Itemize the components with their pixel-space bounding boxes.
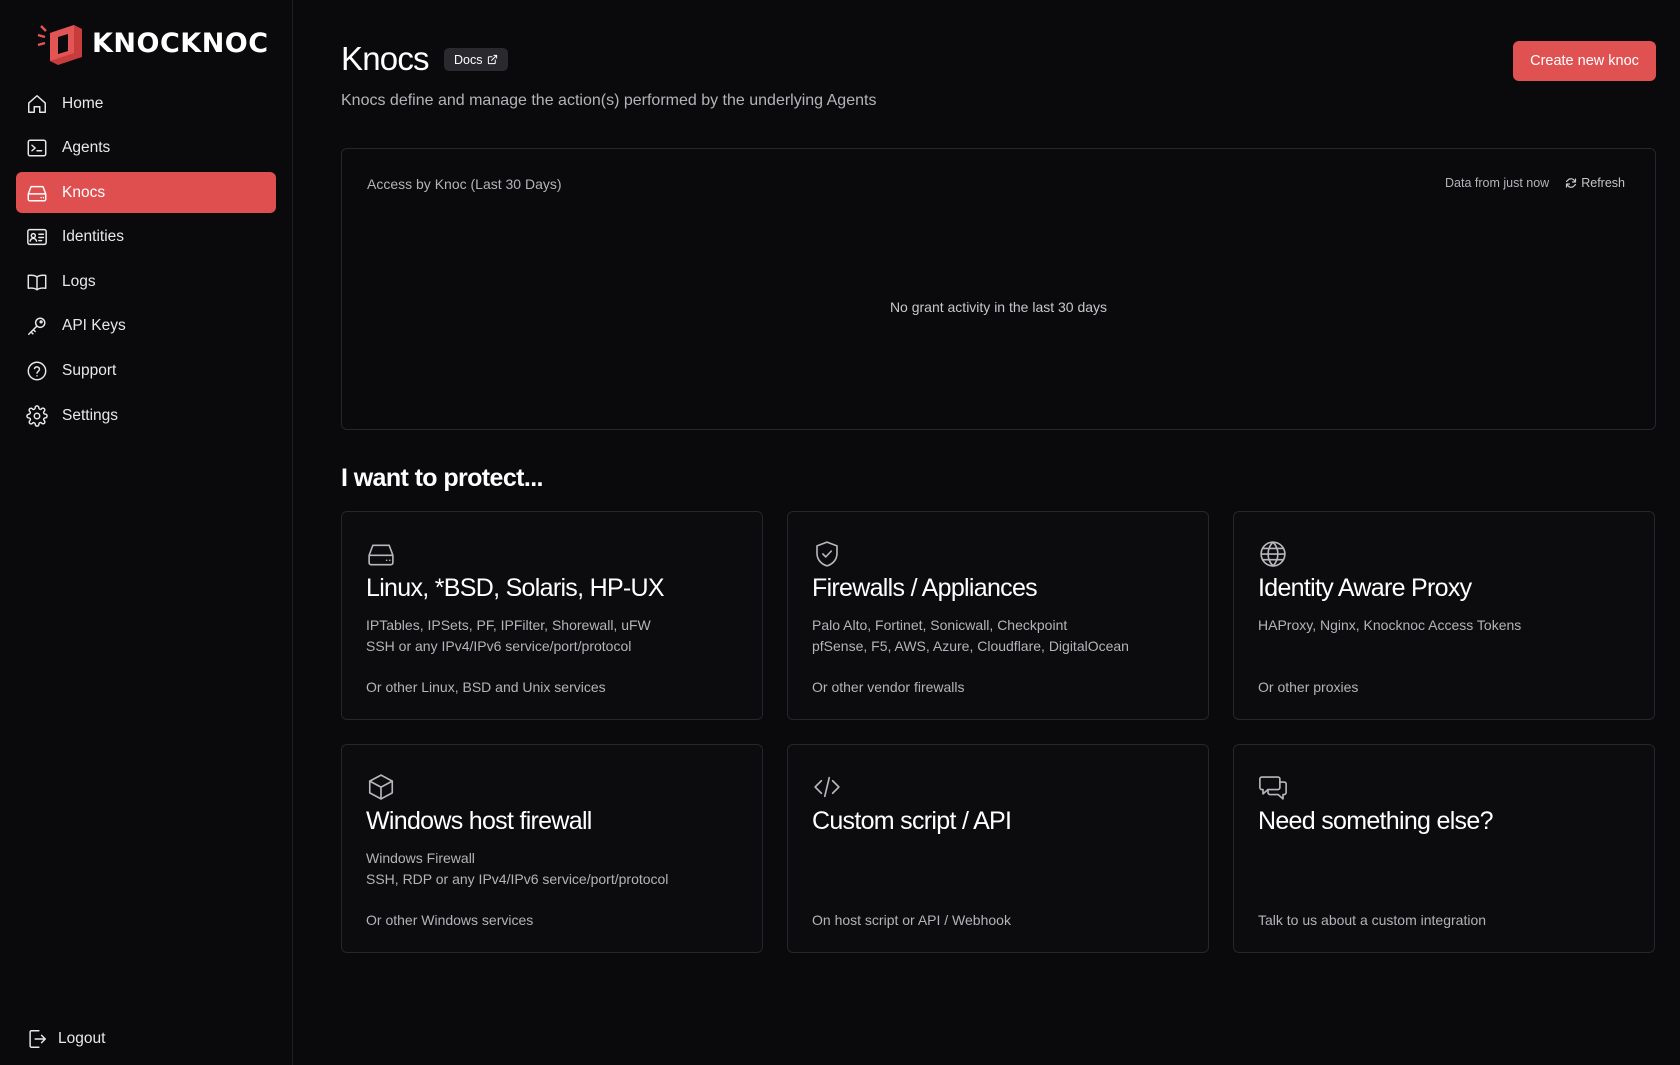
terminal-icon (27, 139, 47, 157)
create-knoc-button[interactable]: Create new knoc (1513, 41, 1656, 81)
card-description: HAProxy, Nginx, Knocknoc Access Tokens (1258, 615, 1521, 636)
sidebar-item-label: Settings (62, 406, 119, 424)
refresh-button[interactable]: Refresh (1565, 176, 1625, 190)
book-open-icon (27, 274, 47, 291)
access-chart-panel: Access by Knoc (Last 30 Days) Data from … (341, 148, 1656, 430)
card-title: Firewalls / Appliances (812, 574, 1038, 602)
sidebar-item-support[interactable]: Support (16, 351, 276, 392)
refresh-icon (1566, 178, 1577, 188)
gear-icon (26, 404, 48, 427)
refresh-label: Refresh (1581, 176, 1625, 190)
sidebar-item-settings[interactable]: Settings (16, 395, 276, 436)
chart-title: Access by Knoc (Last 30 Days) (367, 176, 562, 192)
sidebar-item-label: Home (62, 94, 104, 112)
sidebar-item-logs[interactable]: Logs (16, 261, 276, 302)
docs-label: Docs (454, 52, 483, 67)
card-footer: Talk to us about a custom integration (1258, 912, 1487, 928)
card-title: Identity Aware Proxy (1258, 574, 1472, 602)
card-title: Windows host firewall (366, 807, 592, 835)
sidebar-item-label: Knocs (62, 183, 106, 201)
brand-name: KNOCKNOC (92, 27, 269, 59)
data-freshness: Data from just now (1445, 176, 1550, 190)
sidebar-item-label: Identities (62, 228, 125, 246)
box-icon (368, 774, 394, 800)
sidebar-item-label: Support (62, 362, 117, 380)
card-description: Windows Firewall SSH, RDP or any IPv4/IP… (366, 848, 668, 889)
chart-empty-message: No grant activity in the last 30 days (889, 299, 1108, 315)
sidebar-item-label: API Keys (62, 317, 126, 335)
protect-card-identity-aware-proxy[interactable]: Identity Aware Proxy HAProxy, Nginx, Kno… (1233, 511, 1655, 720)
sidebar-item-home[interactable]: Home (16, 83, 276, 124)
id-card-icon (27, 229, 47, 246)
brand-logo[interactable]: KNOCKNOC (36, 20, 269, 66)
hard-drive-icon (27, 185, 47, 202)
page-title: Knocs (341, 40, 430, 77)
sidebar-item-api-keys[interactable]: API Keys (16, 306, 276, 347)
code-icon (814, 776, 840, 798)
card-footer: Or other vendor firewalls (812, 679, 965, 695)
card-desc-line: IPTables, IPSets, PF, IPFilter, Shorewal… (366, 617, 651, 633)
chat-icon (1259, 776, 1287, 800)
knocknoc-logo-icon (37, 25, 82, 65)
protect-card-custom-script[interactable]: Custom script / API On host script or AP… (787, 744, 1209, 953)
chart-meta: Data from just now Refresh (1445, 176, 1625, 190)
protect-card-linux[interactable]: Linux, *BSD, Solaris, HP-UX IPTables, IP… (341, 511, 763, 720)
protect-card-windows[interactable]: Windows host firewall Windows Firewall S… (341, 744, 763, 953)
card-title: Linux, *BSD, Solaris, HP-UX (366, 574, 665, 602)
card-footer: Or other proxies (1258, 679, 1359, 695)
logout-button[interactable]: Logout (26, 1028, 105, 1050)
card-footer: Or other Windows services (366, 912, 534, 928)
sidebar: KNOCKNOC Home Agents Knocs Identities Lo… (0, 0, 293, 1065)
home-icon (28, 94, 46, 113)
page-subtitle: Knocs define and manage the action(s) pe… (341, 92, 877, 109)
card-footer: On host script or API / Webhook (812, 912, 1011, 928)
card-desc-line: Palo Alto, Fortinet, Sonicwall, Checkpoi… (812, 617, 1068, 633)
shield-check-icon (816, 541, 838, 567)
card-desc-line: SSH or any IPv4/IPv6 service/port/protoc… (366, 637, 632, 654)
card-desc-line: pfSense, F5, AWS, Azure, Cloudflare, Dig… (812, 637, 1129, 654)
protect-card-something-else[interactable]: Need something else? Talk to us about a … (1233, 744, 1655, 953)
card-title: Need something else? (1258, 807, 1493, 835)
sidebar-item-identities[interactable]: Identities (16, 217, 276, 258)
logout-label: Logout (58, 1030, 106, 1047)
help-circle-icon (27, 361, 47, 381)
logout-icon (29, 1030, 46, 1048)
card-title: Custom script / API (812, 807, 1012, 835)
sidebar-nav: Home Agents Knocs Identities Logs API Ke… (16, 83, 276, 440)
sidebar-item-knocs[interactable]: Knocs (16, 172, 276, 214)
sidebar-item-label: Agents (62, 139, 111, 157)
docs-link[interactable]: Docs (444, 48, 509, 71)
card-desc-line: SSH, RDP or any IPv4/IPv6 service/port/p… (366, 870, 669, 887)
sidebar-item-agents[interactable]: Agents (16, 128, 276, 169)
card-desc-line: Windows Firewall (366, 850, 475, 866)
key-icon (28, 317, 46, 336)
sidebar-item-label: Logs (62, 272, 96, 290)
globe-icon (1260, 541, 1286, 567)
protect-section-title: I want to protect... (341, 464, 544, 492)
hard-drive-icon (368, 544, 394, 566)
card-footer: Or other Linux, BSD and Unix services (366, 679, 606, 695)
card-description: Palo Alto, Fortinet, Sonicwall, Checkpoi… (812, 615, 1129, 656)
card-desc-line: HAProxy, Nginx, Knocknoc Access Tokens (1258, 617, 1522, 633)
card-description: IPTables, IPSets, PF, IPFilter, Shorewal… (366, 615, 651, 656)
external-link-icon (488, 54, 498, 65)
protect-card-firewalls[interactable]: Firewalls / Appliances Palo Alto, Fortin… (787, 511, 1209, 720)
